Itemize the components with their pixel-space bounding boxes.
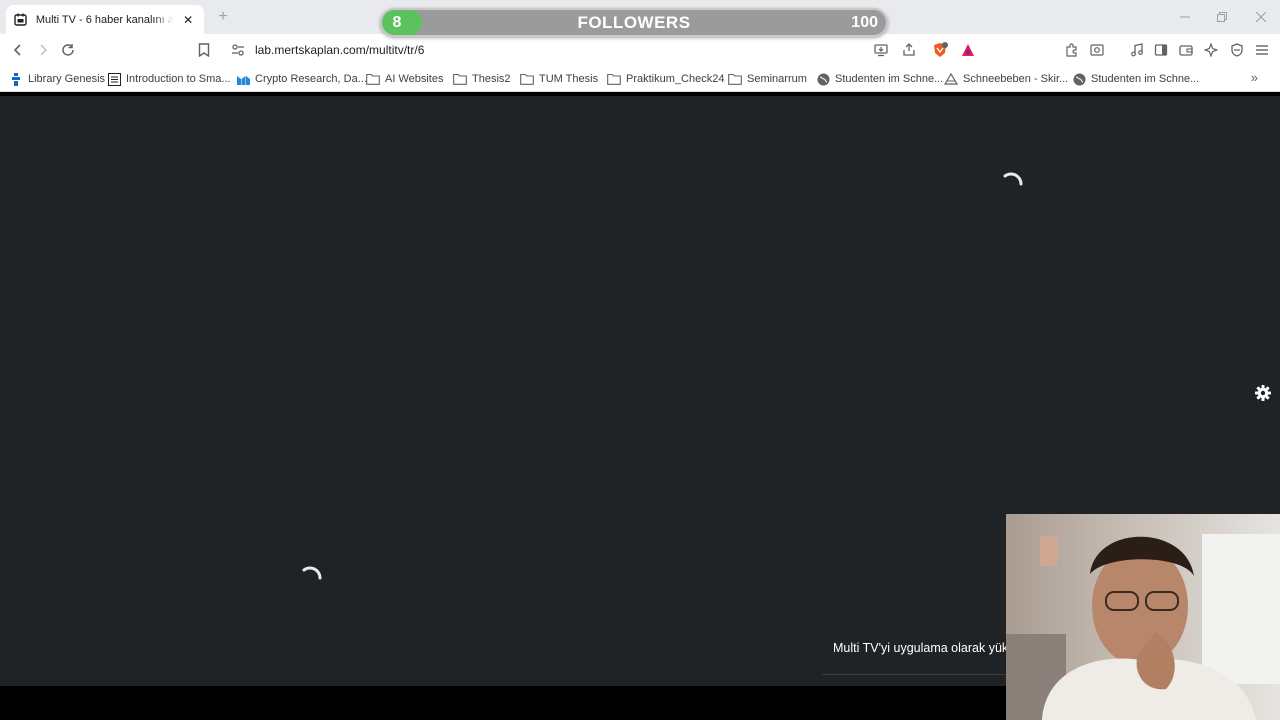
bookmark-item[interactable]: Studenten im Schne...	[1072, 70, 1199, 88]
close-window-icon[interactable]	[1250, 6, 1272, 28]
menu-icon[interactable]	[1251, 39, 1273, 61]
media-music-icon[interactable]	[1126, 39, 1148, 61]
tab-multi-tv[interactable]: Multi TV - 6 haber kanalını aynı anda iz…	[6, 5, 204, 34]
wallet-icon[interactable]	[1175, 39, 1197, 61]
screenshot-icon[interactable]	[1086, 39, 1108, 61]
site-settings-icon[interactable]	[230, 42, 246, 58]
bookmark-item[interactable]: Schneebeben - Skir...	[944, 70, 1068, 88]
browser-toolbar: lab.mertskaplan.com/multitv/tr/6	[0, 34, 1280, 66]
bookmark-item[interactable]: Seminarrum	[728, 70, 807, 88]
install-prompt-text: Multi TV'yi uygulama olarak yükle	[833, 641, 1012, 655]
bookmarks-bar: Library Genesis Introduction to Sma... C…	[0, 66, 1280, 92]
folder-icon	[366, 72, 380, 86]
ski-icon	[944, 72, 958, 86]
share-icon[interactable]	[898, 39, 920, 61]
folder-icon	[607, 72, 621, 86]
bookmark-item[interactable]: TUM Thesis	[520, 70, 598, 88]
globe-icon	[816, 72, 830, 86]
folder-icon	[453, 72, 467, 86]
bookmark-item[interactable]: Praktikum_Check24	[607, 70, 724, 88]
webcam-overlay	[1006, 514, 1280, 720]
tab-close-icon[interactable]: ✕	[180, 13, 196, 27]
folder-icon	[728, 72, 742, 86]
followers-label: FOLLOWERS	[577, 12, 691, 32]
reload-icon[interactable]	[57, 39, 79, 61]
folder-icon	[520, 72, 534, 86]
bookmark-item[interactable]: Crypto Research, Da...	[236, 70, 367, 88]
bookmark-item[interactable]: AI Websites	[366, 70, 444, 88]
bookmark-item[interactable]: Library Genesis	[9, 70, 105, 88]
tab-title: Multi TV - 6 haber kanalını aynı anda iz…	[35, 13, 174, 26]
leo-ai-icon[interactable]	[1200, 39, 1222, 61]
forward-icon[interactable]	[32, 39, 54, 61]
vpn-shield-icon[interactable]	[1226, 39, 1248, 61]
loading-spinner-icon	[1003, 172, 1023, 194]
libgen-icon	[9, 72, 23, 86]
back-icon[interactable]	[7, 39, 29, 61]
globe-icon	[1072, 72, 1086, 86]
loading-spinner-icon	[302, 566, 322, 588]
brave-shield-icon[interactable]	[929, 39, 951, 61]
install-app-prompt[interactable]: Multi TV'yi uygulama olarak yükle	[822, 630, 1012, 666]
restore-icon[interactable]	[1211, 6, 1233, 28]
webcam-person-image	[1006, 514, 1280, 720]
minimize-icon[interactable]	[1174, 6, 1196, 28]
calendar-tv-icon	[14, 13, 28, 27]
bookmark-icon[interactable]	[193, 39, 215, 61]
bookmark-item[interactable]: Introduction to Sma...	[107, 70, 231, 88]
followers-goal-bar: 8 FOLLOWERS 100	[380, 8, 888, 37]
bookmark-item[interactable]: Studenten im Schne...	[816, 70, 943, 88]
install-app-icon[interactable]	[870, 39, 892, 61]
new-tab-button[interactable]: +	[214, 8, 232, 26]
divider	[822, 674, 1006, 675]
settings-gear-icon[interactable]	[1254, 384, 1272, 402]
doc-icon	[107, 72, 121, 86]
brave-rewards-icon[interactable]	[957, 39, 979, 61]
extensions-icon[interactable]	[1061, 39, 1083, 61]
url-text: lab.mertskaplan.com/multitv/tr/6	[255, 43, 425, 57]
followers-goal-count: 100	[851, 13, 878, 31]
chevron-double-right-icon[interactable]: »	[1251, 70, 1258, 85]
sidebar-icon[interactable]	[1150, 39, 1172, 61]
bookmark-item[interactable]: Thesis2	[453, 70, 511, 88]
messari-icon	[236, 72, 250, 86]
